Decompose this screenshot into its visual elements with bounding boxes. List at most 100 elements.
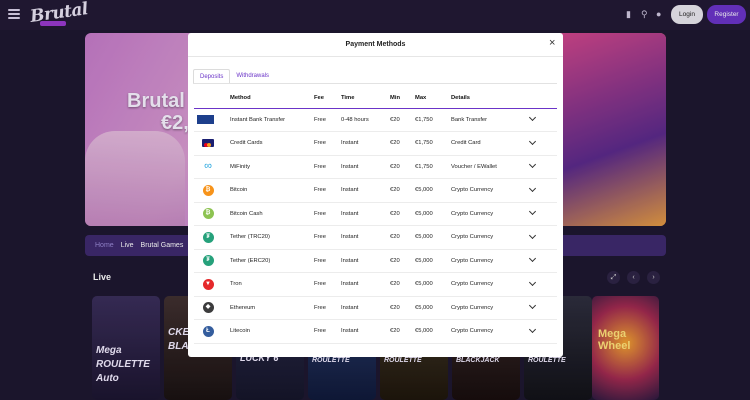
time-value: Instant xyxy=(341,249,390,273)
fee-value: Free xyxy=(314,155,341,179)
method-name: Tron xyxy=(230,272,314,297)
tron-icon: ▼ xyxy=(197,277,219,291)
method-name: Ethereum xyxy=(230,296,314,320)
min-value: €20 xyxy=(390,225,415,250)
min-value: €20 xyxy=(390,131,415,156)
method-logo-cell: ₿ xyxy=(194,178,230,203)
max-value: €5,000 xyxy=(415,272,451,297)
chevron-down-icon[interactable] xyxy=(528,137,537,145)
expand-row-cell[interactable] xyxy=(525,319,557,344)
table-header-row: Method Fee Time Min Max Details xyxy=(194,88,557,109)
table-row[interactable]: ₮ Tether (ERC20) Free Instant €20 €5,000 Crypt… xyxy=(194,249,557,273)
expand-row-cell[interactable] xyxy=(525,296,557,320)
chevron-down-icon[interactable] xyxy=(528,325,537,333)
expand-row-cell[interactable] xyxy=(525,155,557,179)
table-row[interactable]: ∞ MiFinity Free Instant €20 €1,750 Voucher / E… xyxy=(194,155,557,179)
method-logo-cell xyxy=(194,131,230,156)
min-value: €20 xyxy=(390,155,415,179)
bitcoin-icon: ₿ xyxy=(197,183,219,197)
header-max: Max xyxy=(415,88,451,109)
table-row[interactable]: ◆ Ethereum Free Instant €20 €5,000 Crypto Curr… xyxy=(194,296,557,320)
chevron-down-icon[interactable] xyxy=(528,161,537,169)
payment-methods-modal: Payment Methods × Deposits Withdrawals M… xyxy=(188,33,563,357)
fee-value: Free xyxy=(314,272,341,297)
method-logo-cell: Ł xyxy=(194,319,230,344)
table-row[interactable]: ₿ Bitcoin Cash Free Instant €20 €5,000 Crypto … xyxy=(194,202,557,226)
expand-row-cell[interactable] xyxy=(525,108,557,132)
details-value: Credit Card xyxy=(451,131,525,156)
min-value: €20 xyxy=(390,272,415,297)
min-value: €20 xyxy=(390,202,415,226)
min-value: €20 xyxy=(390,319,415,344)
time-value: Instant xyxy=(341,319,390,344)
header-details: Details xyxy=(451,88,525,109)
max-value: €1,750 xyxy=(415,131,451,156)
chevron-down-icon[interactable] xyxy=(528,255,537,263)
time-value: Instant xyxy=(341,225,390,250)
header-method: Method xyxy=(230,88,314,109)
fee-value: Free xyxy=(314,178,341,203)
tether-icon: ₮ xyxy=(197,230,219,244)
details-value: Voucher / EWallet xyxy=(451,155,525,179)
method-logo-cell: ∞ xyxy=(194,155,230,179)
details-value: Bank Transfer xyxy=(451,108,525,132)
table-row[interactable]: Ł Litecoin Free Instant €20 €5,000 Crypto Curr… xyxy=(194,319,557,344)
modal-title: Payment Methods xyxy=(345,41,406,48)
chevron-down-icon[interactable] xyxy=(528,114,537,122)
bitcoin-cash-icon: ₿ xyxy=(197,207,219,221)
header-time: Time xyxy=(341,88,390,109)
method-name: Credit Cards xyxy=(230,131,314,156)
expand-row-cell[interactable] xyxy=(525,225,557,250)
expand-row-cell[interactable] xyxy=(525,178,557,203)
modal-header: Payment Methods × xyxy=(188,33,563,57)
tabs-divider xyxy=(193,83,557,84)
method-logo-cell xyxy=(194,108,230,132)
table-row[interactable]: ₮ Tether (TRC20) Free Instant €20 €5,000 Crypt… xyxy=(194,225,557,250)
method-logo-cell: ₮ xyxy=(194,249,230,273)
min-value: €20 xyxy=(390,249,415,273)
table-row[interactable]: ₿ Bitcoin Free Instant €20 €5,000 Crypto Curre… xyxy=(194,178,557,203)
details-value: Crypto Currency xyxy=(451,296,525,320)
max-value: €5,000 xyxy=(415,249,451,273)
expand-row-cell[interactable] xyxy=(525,202,557,226)
instant-banking-icon xyxy=(197,115,214,125)
method-logo-cell: ₮ xyxy=(194,225,230,250)
close-icon[interactable]: × xyxy=(549,38,555,49)
max-value: €5,000 xyxy=(415,202,451,226)
method-logo-cell: ▼ xyxy=(194,272,230,297)
tether-icon: ₮ xyxy=(197,254,219,268)
tab-deposits[interactable]: Deposits xyxy=(193,69,231,84)
header-min: Min xyxy=(390,88,415,109)
table-row[interactable]: ▼ Tron Free Instant €20 €5,000 Crypto Currency xyxy=(194,272,557,297)
payment-tabs: Deposits Withdrawals xyxy=(193,69,275,84)
chevron-down-icon[interactable] xyxy=(528,208,537,216)
payment-methods-table: Method Fee Time Min Max Details Instant … xyxy=(194,88,557,344)
max-value: €1,750 xyxy=(415,108,451,132)
method-name: Tether (TRC20) xyxy=(230,225,314,250)
details-value: Crypto Currency xyxy=(451,319,525,344)
chevron-down-icon[interactable] xyxy=(528,302,537,310)
time-value: 0-48 hours xyxy=(341,108,390,132)
details-value: Crypto Currency xyxy=(451,272,525,297)
fee-value: Free xyxy=(314,319,341,344)
time-value: Instant xyxy=(341,272,390,297)
tab-withdrawals[interactable]: Withdrawals xyxy=(230,69,275,84)
fee-value: Free xyxy=(314,108,341,132)
time-value: Instant xyxy=(341,131,390,156)
table-row[interactable]: Instant Bank Transfer Free 0-48 hours €20 €1… xyxy=(194,108,557,132)
fee-value: Free xyxy=(314,202,341,226)
chevron-down-icon[interactable] xyxy=(528,278,537,286)
fee-value: Free xyxy=(314,131,341,156)
header-fee: Fee xyxy=(314,88,341,109)
chevron-down-icon[interactable] xyxy=(528,184,537,192)
expand-row-cell[interactable] xyxy=(525,131,557,156)
min-value: €20 xyxy=(390,108,415,132)
time-value: Instant xyxy=(341,202,390,226)
min-value: €20 xyxy=(390,296,415,320)
max-value: €5,000 xyxy=(415,296,451,320)
header-expand xyxy=(525,88,557,109)
expand-row-cell[interactable] xyxy=(525,272,557,297)
chevron-down-icon[interactable] xyxy=(528,231,537,239)
table-row[interactable]: Credit Cards Free Instant €20 €1,750 Credit C… xyxy=(194,131,557,156)
expand-row-cell[interactable] xyxy=(525,249,557,273)
